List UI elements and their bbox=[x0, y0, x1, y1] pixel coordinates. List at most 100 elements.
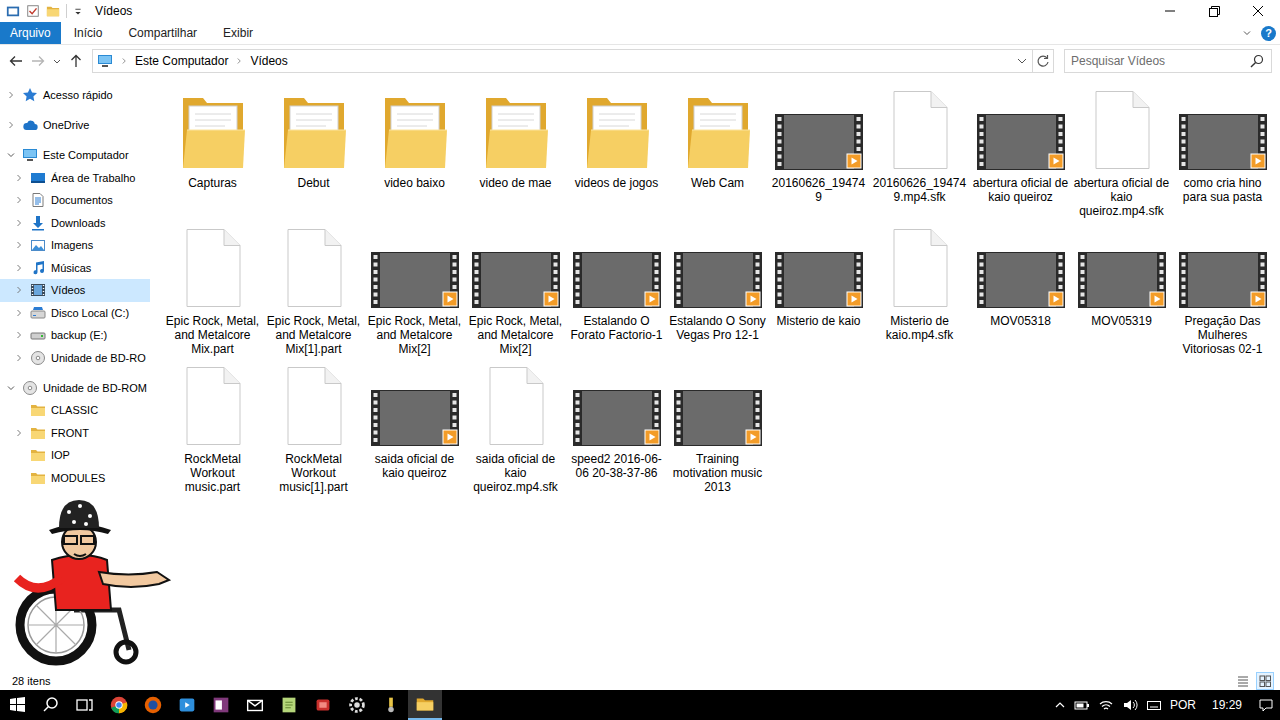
collapsed-arrow-icon[interactable] bbox=[11, 192, 27, 208]
collapsed-arrow-icon[interactable] bbox=[11, 260, 27, 276]
file-item[interactable]: RockMetal Workout music.part bbox=[162, 366, 263, 494]
file-item[interactable]: RockMetal Workout music[1].part bbox=[263, 366, 364, 494]
expand-ribbon-icon[interactable] bbox=[1241, 27, 1253, 39]
address-dropdown-icon[interactable] bbox=[1012, 50, 1032, 72]
mail-app-icon[interactable] bbox=[238, 690, 272, 720]
collapsed-arrow-icon[interactable] bbox=[11, 170, 27, 186]
file-item[interactable]: Estalando O Forato Factorio-1 bbox=[566, 228, 667, 342]
close-icon[interactable] bbox=[1236, 0, 1280, 22]
sidebar-item[interactable]: Área de Trabalho bbox=[0, 167, 150, 190]
settings-app-icon[interactable] bbox=[340, 690, 374, 720]
search-input[interactable] bbox=[1065, 54, 1249, 68]
file-item[interactable]: Training motivation music 2013 bbox=[667, 366, 768, 494]
ribbon-tab[interactable]: Início bbox=[61, 22, 116, 44]
sidebar-item[interactable]: Downloads bbox=[0, 212, 150, 235]
recent-dropdown-icon[interactable] bbox=[52, 53, 62, 69]
file-item[interactable]: Misterio de kaio bbox=[768, 228, 869, 328]
notes-app-icon[interactable] bbox=[272, 690, 306, 720]
file-item[interactable]: video baixo bbox=[364, 90, 465, 190]
red-app-icon[interactable] bbox=[306, 690, 340, 720]
file-item[interactable]: video de mae bbox=[465, 90, 566, 190]
file-item[interactable]: como cria hino para sua pasta bbox=[1172, 90, 1273, 204]
sidebar-item[interactable]: Vídeos bbox=[0, 279, 150, 302]
file-item[interactable]: Pregação Das Mulheres Vitoriosas 02-1 bbox=[1172, 228, 1273, 356]
collapsed-arrow-icon[interactable] bbox=[3, 87, 19, 103]
expanded-arrow-icon[interactable] bbox=[3, 147, 19, 163]
task-view-icon[interactable] bbox=[68, 690, 102, 720]
restore-icon[interactable] bbox=[1192, 0, 1236, 22]
back-arrow-icon[interactable] bbox=[8, 53, 24, 69]
file-tab[interactable]: Arquivo bbox=[0, 22, 61, 44]
forward-arrow-icon[interactable] bbox=[30, 53, 46, 69]
sidebar-item[interactable]: Imagens bbox=[0, 234, 150, 257]
file-item[interactable]: 20160626_194749 bbox=[768, 90, 869, 204]
collapsed-arrow-icon[interactable] bbox=[3, 117, 19, 133]
start-windows-icon[interactable] bbox=[0, 690, 34, 720]
file-item[interactable]: abertura oficial de kaio queiroz.mp4.sfk bbox=[1071, 90, 1172, 218]
keyboard-icon[interactable] bbox=[1146, 697, 1162, 713]
file-item[interactable]: Misterio de kaio.mp4.sfk bbox=[869, 228, 970, 342]
input-language[interactable]: POR bbox=[1170, 698, 1196, 712]
tool-app-icon[interactable] bbox=[374, 690, 408, 720]
file-item[interactable]: Debut bbox=[263, 90, 364, 190]
file-item[interactable]: MOV05319 bbox=[1071, 228, 1172, 328]
file-item[interactable]: saida oficial de kaio queiroz bbox=[364, 366, 465, 480]
media-app-icon[interactable] bbox=[170, 690, 204, 720]
expanded-arrow-icon[interactable] bbox=[3, 380, 19, 396]
file-item[interactable]: 20160626_194749.mp4.sfk bbox=[869, 90, 970, 204]
up-arrow-icon[interactable] bbox=[68, 53, 84, 69]
clock[interactable]: 19:29 bbox=[1212, 698, 1242, 712]
collapsed-arrow-icon[interactable] bbox=[11, 350, 27, 366]
sidebar-item[interactable]: Músicas bbox=[0, 257, 150, 280]
breadcrumb-separator-icon[interactable] bbox=[119, 55, 129, 67]
collapsed-arrow-icon[interactable] bbox=[11, 237, 27, 253]
file-item[interactable]: speed2 2016-06-06 20-38-37-86 bbox=[566, 366, 667, 480]
collapsed-arrow-icon[interactable] bbox=[11, 425, 27, 441]
file-item[interactable]: Epic Rock, Metal, and Metalcore Mix[2] bbox=[364, 228, 465, 356]
explorer-app-icon[interactable] bbox=[6, 4, 20, 18]
chrome-app-icon[interactable] bbox=[102, 690, 136, 720]
file-item[interactable]: Epic Rock, Metal, and Metalcore Mix.part bbox=[162, 228, 263, 356]
search-icon[interactable] bbox=[1249, 53, 1265, 69]
breadcrumb[interactable]: Vídeos bbox=[250, 54, 287, 68]
sidebar-item[interactable]: Documentos bbox=[0, 189, 150, 212]
sidebar-item[interactable]: CLASSIC bbox=[0, 399, 150, 422]
action-center-icon[interactable] bbox=[1258, 697, 1274, 713]
sidebar-item[interactable]: Este Computador bbox=[0, 144, 150, 167]
properties-icon[interactable] bbox=[26, 4, 40, 18]
collapsed-arrow-icon[interactable] bbox=[11, 282, 27, 298]
sidebar-item[interactable]: FRONT bbox=[0, 422, 150, 445]
address-box[interactable]: Este Computador Vídeos bbox=[92, 49, 1054, 73]
file-item[interactable]: videos de jogos bbox=[566, 90, 667, 190]
firefox-app-icon[interactable] bbox=[136, 690, 170, 720]
sidebar-item[interactable]: IOP bbox=[0, 444, 150, 467]
breadcrumb-separator-icon[interactable] bbox=[234, 55, 244, 67]
breadcrumb[interactable]: Este Computador bbox=[135, 54, 228, 68]
customize-dropdown-icon[interactable] bbox=[73, 4, 83, 18]
file-item[interactable]: Epic Rock, Metal, and Metalcore Mix[1].p… bbox=[263, 228, 364, 356]
details-view-icon[interactable] bbox=[1234, 672, 1252, 690]
volume-icon[interactable] bbox=[1122, 697, 1138, 713]
sidebar-item[interactable]: Disco Local (C:) bbox=[0, 302, 150, 325]
sidebar-item[interactable]: MODULES bbox=[0, 467, 150, 490]
collapsed-arrow-icon[interactable] bbox=[11, 327, 27, 343]
collapsed-arrow-icon[interactable] bbox=[11, 305, 27, 321]
file-item[interactable]: Web Cam bbox=[667, 90, 768, 190]
ribbon-tab[interactable]: Exibir bbox=[210, 22, 266, 44]
minimize-icon[interactable] bbox=[1148, 0, 1192, 22]
file-item[interactable]: Epic Rock, Metal, and Metalcore Mix[2] bbox=[465, 228, 566, 356]
network-icon[interactable] bbox=[1098, 697, 1114, 713]
battery-icon[interactable] bbox=[1074, 697, 1090, 713]
sidebar-item[interactable]: Unidade de BD-RO bbox=[0, 347, 150, 370]
explorer-app-icon[interactable] bbox=[408, 690, 442, 720]
sidebar-item[interactable]: OneDrive bbox=[0, 114, 150, 137]
file-item[interactable]: abertura oficial de kaio queiroz bbox=[970, 90, 1071, 204]
sidebar-item[interactable]: backup (E:) bbox=[0, 324, 150, 347]
file-item[interactable]: Estalando O Sony Vegas Pro 12-1 bbox=[667, 228, 768, 342]
file-item[interactable]: saida oficial de kaio queiroz.mp4.sfk bbox=[465, 366, 566, 494]
search-icon[interactable] bbox=[34, 690, 68, 720]
help-button[interactable]: ? bbox=[1261, 26, 1276, 41]
refresh-icon[interactable] bbox=[1032, 50, 1053, 72]
onenote-app-icon[interactable] bbox=[204, 690, 238, 720]
sidebar-item[interactable]: Acesso rápido bbox=[0, 84, 150, 107]
